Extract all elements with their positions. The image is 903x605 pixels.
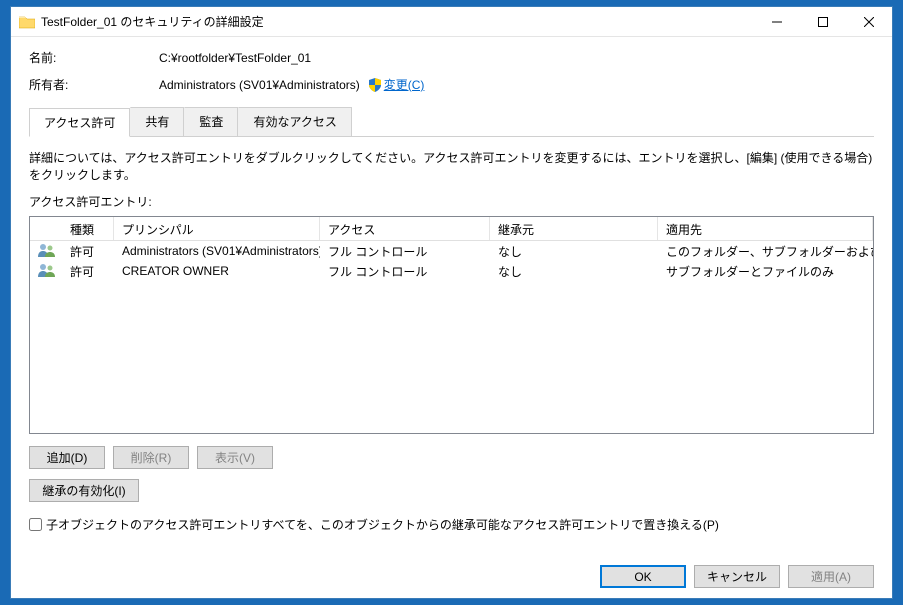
row-type: 許可 [62,261,114,282]
tab-auditing[interactable]: 監査 [184,107,238,136]
replace-child-checkbox[interactable] [29,518,42,531]
users-icon [38,263,56,277]
owner-value: Administrators (SV01¥Administrators) [159,78,360,92]
tabs: アクセス許可 共有 監査 有効なアクセス [29,107,874,137]
col-applies[interactable]: 適用先 [658,217,873,240]
users-icon [38,243,56,257]
row-inherited: なし [490,261,658,282]
name-row: 名前: C:¥rootfolder¥TestFolder_01 [29,49,874,66]
tab-permissions[interactable]: アクセス許可 [29,108,130,137]
list-row[interactable]: 許可 CREATOR OWNER フル コントロール なし サブフォルダーとファ… [30,261,873,281]
name-value: C:¥rootfolder¥TestFolder_01 [159,51,311,65]
col-access[interactable]: アクセス [320,217,490,240]
view-button[interactable]: 表示(V) [197,446,273,469]
permission-entries-list[interactable]: 種類 プリンシパル アクセス 継承元 適用先 許可 Administrators… [29,216,874,434]
add-button[interactable]: 追加(D) [29,446,105,469]
col-principal[interactable]: プリンシパル [114,217,320,240]
folder-icon [19,15,35,29]
close-button[interactable] [846,7,892,36]
row-access: フル コントロール [320,241,490,262]
security-dialog: TestFolder_01 のセキュリティの詳細設定 名前: C:¥rootfo… [10,6,893,599]
change-owner-link[interactable]: 変更(C) [384,76,425,93]
dialog-footer: OK キャンセル 適用(A) [29,551,874,588]
maximize-button[interactable] [800,7,846,36]
col-inherited[interactable]: 継承元 [490,217,658,240]
minimize-icon [772,17,782,27]
window-buttons [754,7,892,36]
row-applies: このフォルダー、サブフォルダーおよびファイル [658,241,873,262]
list-header: 種類 プリンシパル アクセス 継承元 適用先 [30,217,873,241]
row-type: 許可 [62,241,114,262]
window-title: TestFolder_01 のセキュリティの詳細設定 [41,13,754,30]
entry-buttons: 追加(D) 削除(R) 表示(V) [29,446,874,469]
owner-row: 所有者: Administrators (SV01¥Administrators… [29,76,874,93]
col-icon[interactable] [30,217,62,240]
list-row[interactable]: 許可 Administrators (SV01¥Administrators) … [30,241,873,261]
col-type[interactable]: 種類 [62,217,114,240]
titlebar[interactable]: TestFolder_01 のセキュリティの詳細設定 [11,7,892,37]
replace-child-label[interactable]: 子オブジェクトのアクセス許可エントリすべてを、このオブジェクトからの継承可能なア… [46,516,719,533]
replace-child-row: 子オブジェクトのアクセス許可エントリすべてを、このオブジェクトからの継承可能なア… [29,516,874,533]
instructions-text: 詳細については、アクセス許可エントリをダブルクリックしてください。アクセス許可エ… [29,149,874,183]
row-principal: CREATOR OWNER [114,262,320,280]
enable-inheritance-button[interactable]: 継承の有効化(I) [29,479,139,502]
content-area: 名前: C:¥rootfolder¥TestFolder_01 所有者: Adm… [11,37,892,598]
cancel-button[interactable]: キャンセル [694,565,780,588]
row-principal: Administrators (SV01¥Administrators) [114,242,320,260]
tab-effective[interactable]: 有効なアクセス [238,107,351,136]
apply-button[interactable]: 適用(A) [788,565,874,588]
remove-button[interactable]: 削除(R) [113,446,189,469]
name-label: 名前: [29,49,159,66]
row-access: フル コントロール [320,261,490,282]
close-icon [864,17,874,27]
entries-label: アクセス許可エントリ: [29,193,874,210]
ok-button[interactable]: OK [600,565,686,588]
inherit-row: 継承の有効化(I) [29,479,874,502]
tab-share[interactable]: 共有 [130,107,184,136]
row-applies: サブフォルダーとファイルのみ [658,261,873,282]
maximize-icon [818,17,828,27]
row-inherited: なし [490,241,658,262]
owner-label: 所有者: [29,76,159,93]
shield-icon [368,78,382,92]
minimize-button[interactable] [754,7,800,36]
